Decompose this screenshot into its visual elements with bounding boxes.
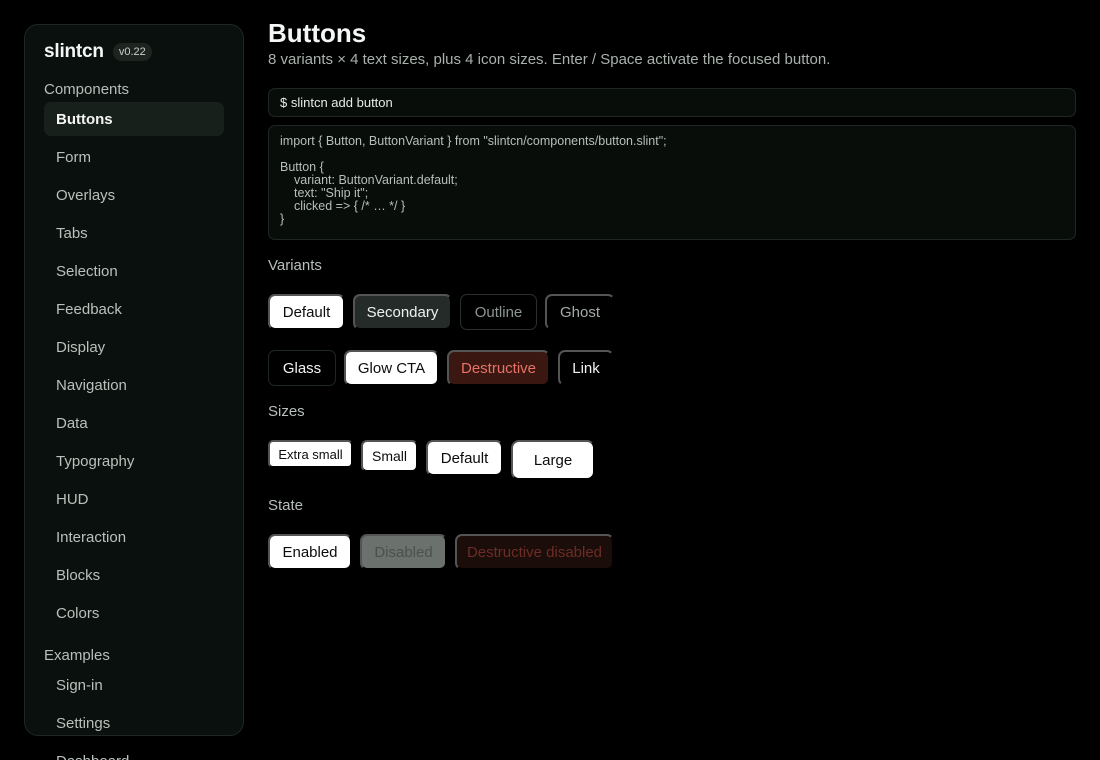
sidebar-item-interaction[interactable]: Interaction [44,520,224,554]
sidebar-item-settings[interactable]: Settings [44,706,224,740]
sidebar-item-form[interactable]: Form [44,140,224,174]
outline-variant-button[interactable]: Outline [460,294,537,330]
sidebar-item-navigation[interactable]: Navigation [44,368,224,402]
sidebar-item-colors[interactable]: Colors [44,596,224,630]
sidebar-item-display[interactable]: Display [44,330,224,364]
code-line: variant: ButtonVariant.default; [294,173,458,187]
ghost-variant-button[interactable]: Ghost [545,294,615,330]
disabled-state-button: Disabled [360,534,447,570]
small-size-button[interactable]: Small [361,440,418,472]
sidebar-item-overlays[interactable]: Overlays [44,178,224,212]
brand: slintcn v0.22 [44,41,152,63]
destructive-variant-button[interactable]: Destructive [447,350,550,386]
examples-section-title: Examples [44,647,110,664]
default-variant-button[interactable]: Default [268,294,345,330]
sidebar-item-hud[interactable]: HUD [44,482,224,516]
page-title: Buttons [268,18,367,48]
link-variant-button[interactable]: Link [558,350,614,386]
destructive-disabled-state-button: Destructive disabled [455,534,614,570]
code-example[interactable]: import { Button, ButtonVariant } from "s… [268,125,1076,240]
sidebar-item-blocks[interactable]: Blocks [44,558,224,592]
secondary-variant-button[interactable]: Secondary [353,294,452,330]
glass-variant-button[interactable]: Glass [268,350,336,386]
sidebar-item-tabs[interactable]: Tabs [44,216,224,250]
extra-small-size-button[interactable]: Extra small [268,440,353,468]
page-description: 8 variants × 4 text sizes, plus 4 icon s… [268,51,831,68]
sidebar-item-feedback[interactable]: Feedback [44,292,224,326]
enabled-state-button[interactable]: Enabled [268,534,352,570]
sidebar-item-selection[interactable]: Selection [44,254,224,288]
sidebar-item-typography[interactable]: Typography [44,444,224,478]
code-line: } [280,212,285,226]
state-label: State [268,497,304,514]
glow-cta-variant-button[interactable]: Glow CTA [344,350,439,386]
large-size-button[interactable]: Large [511,440,595,480]
sidebar-item-dashboard[interactable]: Dashboard [44,744,224,760]
sidebar: slintcn v0.22 Components Buttons Form Ov… [24,24,244,760]
sidebar-item-buttons[interactable]: Buttons [44,102,224,136]
code-line: clicked => { /* … */ } [294,199,406,213]
version-badge: v0.22 [112,43,152,61]
sidebar-item-data[interactable]: Data [44,406,224,440]
app-window: slintcn v0.22 Components Buttons Form Ov… [0,0,1100,760]
components-section-title: Components [44,81,130,98]
variants-label: Variants [268,257,322,274]
code-line: import { Button, ButtonVariant } from "s… [280,134,667,148]
brand-name: slintcn [44,41,104,62]
default-size-button[interactable]: Default [426,440,503,476]
main-content: Buttons 8 variants × 4 text sizes, plus … [268,0,1076,760]
sizes-label: Sizes [268,403,305,420]
sidebar-item-sign-in[interactable]: Sign-in [44,668,224,702]
install-command[interactable]: $ slintcn add button [268,88,1076,117]
